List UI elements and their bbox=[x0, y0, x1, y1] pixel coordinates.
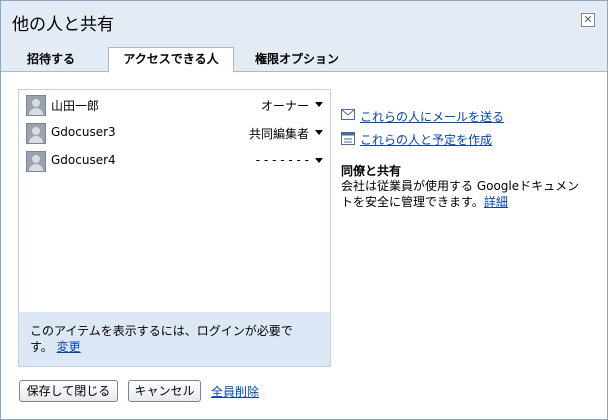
person-name: Gdocuser3 bbox=[51, 125, 116, 139]
role-dropdown[interactable]: 共同編集者 bbox=[249, 125, 309, 142]
share-dialog: 他の人と共有 ✕ 招待する アクセスできる人 権限オプション 山田一郎 オーナー… bbox=[0, 0, 608, 420]
person-name: 山田一郎 bbox=[51, 99, 100, 113]
person-row: 山田一郎 オーナー bbox=[23, 93, 323, 117]
details-link[interactable]: 詳細 bbox=[484, 195, 508, 209]
chevron-down-icon[interactable] bbox=[315, 158, 323, 163]
tab-permission-options[interactable]: 権限オプション bbox=[241, 48, 353, 71]
share-section-title: 同僚と共有 bbox=[341, 164, 402, 178]
person-name: Gdocuser4 bbox=[51, 153, 116, 167]
chevron-down-icon[interactable] bbox=[315, 102, 323, 107]
dialog-titlebar: 他の人と共有 ✕ bbox=[1, 1, 607, 43]
calendar-icon bbox=[341, 132, 355, 145]
change-link[interactable]: 変更 bbox=[57, 340, 81, 354]
avatar-icon bbox=[26, 95, 46, 116]
remove-all-link[interactable]: 全員削除 bbox=[211, 383, 259, 400]
share-description: 会社は従業員が使用する Googleドキュメントを安全に管理できます。 bbox=[341, 179, 580, 209]
login-notice: このアイテムを表示するには、ログインが必要です。 変更 bbox=[19, 312, 330, 366]
tab-bar: 招待する アクセスできる人 権限オプション bbox=[1, 43, 607, 73]
chevron-down-icon[interactable] bbox=[315, 130, 323, 135]
notice-text: このアイテムを表示するには、ログインが必要です。 変更 bbox=[30, 323, 310, 355]
close-icon[interactable]: ✕ bbox=[581, 13, 595, 27]
role-dropdown[interactable]: オーナー bbox=[261, 97, 309, 114]
save-and-close-button[interactable]: 保存して閉じる bbox=[19, 380, 118, 402]
share-section-text: 会社は従業員が使用する Googleドキュメントを安全に管理できます。詳細 bbox=[341, 178, 591, 210]
avatar-icon bbox=[26, 123, 46, 144]
cancel-button[interactable]: キャンセル bbox=[128, 380, 201, 402]
person-row: Gdocuser4 - - - - - - - bbox=[23, 149, 323, 173]
tab-invite[interactable]: 招待する bbox=[5, 48, 97, 71]
envelope-icon bbox=[341, 109, 355, 120]
people-list-panel: 山田一郎 オーナー Gdocuser3 共同編集者 Gdocuser4 - - … bbox=[18, 89, 331, 367]
dialog-title: 他の人と共有 bbox=[12, 15, 114, 35]
email-people-link[interactable]: これらの人にメールを送る bbox=[360, 108, 504, 125]
create-event-link[interactable]: これらの人と予定を作成 bbox=[360, 131, 492, 148]
person-row: Gdocuser3 共同編集者 bbox=[23, 121, 323, 145]
role-dropdown[interactable]: - - - - - - - bbox=[256, 153, 309, 167]
tab-people-with-access[interactable]: アクセスできる人 bbox=[108, 47, 234, 73]
avatar-icon bbox=[26, 151, 46, 172]
